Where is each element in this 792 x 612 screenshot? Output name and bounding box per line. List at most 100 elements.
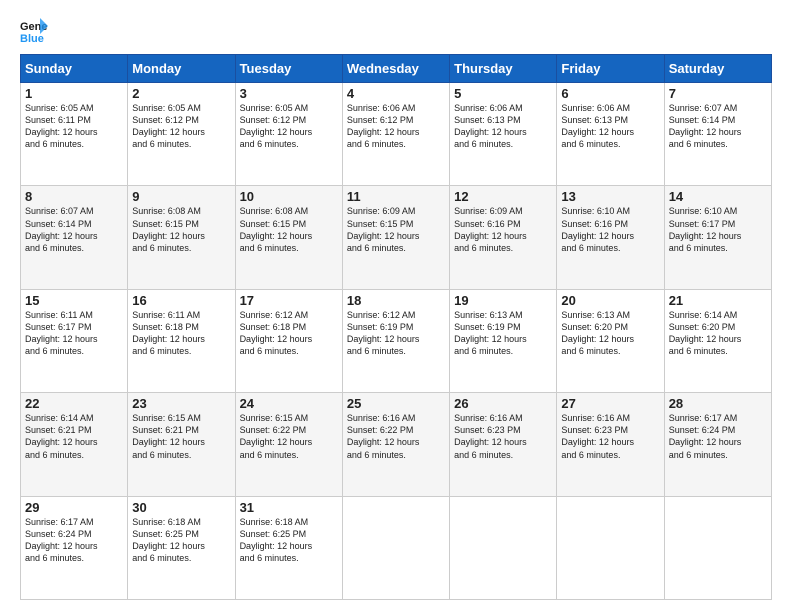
- page: General Blue SundayMondayTuesdayWednesda…: [0, 0, 792, 612]
- day-number: 21: [669, 293, 767, 308]
- calendar-cell: 28Sunrise: 6:17 AM Sunset: 6:24 PM Dayli…: [664, 393, 771, 496]
- day-number: 16: [132, 293, 230, 308]
- calendar-cell: 12Sunrise: 6:09 AM Sunset: 6:16 PM Dayli…: [450, 186, 557, 289]
- day-info: Sunrise: 6:12 AM Sunset: 6:18 PM Dayligh…: [240, 309, 338, 358]
- day-number: 3: [240, 86, 338, 101]
- day-number: 9: [132, 189, 230, 204]
- logo: General Blue: [20, 16, 52, 44]
- col-header-saturday: Saturday: [664, 55, 771, 83]
- calendar-cell: 7Sunrise: 6:07 AM Sunset: 6:14 PM Daylig…: [664, 83, 771, 186]
- day-number: 25: [347, 396, 445, 411]
- day-number: 6: [561, 86, 659, 101]
- day-number: 28: [669, 396, 767, 411]
- col-header-monday: Monday: [128, 55, 235, 83]
- day-info: Sunrise: 6:13 AM Sunset: 6:20 PM Dayligh…: [561, 309, 659, 358]
- calendar-cell: 25Sunrise: 6:16 AM Sunset: 6:22 PM Dayli…: [342, 393, 449, 496]
- calendar-cell: [342, 496, 449, 599]
- calendar-week-row: 29Sunrise: 6:17 AM Sunset: 6:24 PM Dayli…: [21, 496, 772, 599]
- day-number: 15: [25, 293, 123, 308]
- calendar-cell: 24Sunrise: 6:15 AM Sunset: 6:22 PM Dayli…: [235, 393, 342, 496]
- calendar-cell: 15Sunrise: 6:11 AM Sunset: 6:17 PM Dayli…: [21, 289, 128, 392]
- calendar-cell: 13Sunrise: 6:10 AM Sunset: 6:16 PM Dayli…: [557, 186, 664, 289]
- calendar-cell: 21Sunrise: 6:14 AM Sunset: 6:20 PM Dayli…: [664, 289, 771, 392]
- calendar-cell: [557, 496, 664, 599]
- day-info: Sunrise: 6:06 AM Sunset: 6:12 PM Dayligh…: [347, 102, 445, 151]
- day-number: 11: [347, 189, 445, 204]
- calendar-cell: 2Sunrise: 6:05 AM Sunset: 6:12 PM Daylig…: [128, 83, 235, 186]
- day-number: 18: [347, 293, 445, 308]
- calendar-cell: 6Sunrise: 6:06 AM Sunset: 6:13 PM Daylig…: [557, 83, 664, 186]
- day-info: Sunrise: 6:15 AM Sunset: 6:21 PM Dayligh…: [132, 412, 230, 461]
- calendar-cell: [664, 496, 771, 599]
- col-header-tuesday: Tuesday: [235, 55, 342, 83]
- day-number: 12: [454, 189, 552, 204]
- day-info: Sunrise: 6:17 AM Sunset: 6:24 PM Dayligh…: [669, 412, 767, 461]
- day-info: Sunrise: 6:14 AM Sunset: 6:20 PM Dayligh…: [669, 309, 767, 358]
- day-info: Sunrise: 6:05 AM Sunset: 6:11 PM Dayligh…: [25, 102, 123, 151]
- calendar-cell: 22Sunrise: 6:14 AM Sunset: 6:21 PM Dayli…: [21, 393, 128, 496]
- calendar-cell: 11Sunrise: 6:09 AM Sunset: 6:15 PM Dayli…: [342, 186, 449, 289]
- calendar-cell: [450, 496, 557, 599]
- day-info: Sunrise: 6:08 AM Sunset: 6:15 PM Dayligh…: [240, 205, 338, 254]
- calendar-cell: 1Sunrise: 6:05 AM Sunset: 6:11 PM Daylig…: [21, 83, 128, 186]
- day-info: Sunrise: 6:10 AM Sunset: 6:17 PM Dayligh…: [669, 205, 767, 254]
- day-info: Sunrise: 6:18 AM Sunset: 6:25 PM Dayligh…: [132, 516, 230, 565]
- day-number: 4: [347, 86, 445, 101]
- day-info: Sunrise: 6:08 AM Sunset: 6:15 PM Dayligh…: [132, 205, 230, 254]
- day-info: Sunrise: 6:09 AM Sunset: 6:15 PM Dayligh…: [347, 205, 445, 254]
- col-header-friday: Friday: [557, 55, 664, 83]
- day-info: Sunrise: 6:16 AM Sunset: 6:23 PM Dayligh…: [454, 412, 552, 461]
- calendar-table: SundayMondayTuesdayWednesdayThursdayFrid…: [20, 54, 772, 600]
- day-info: Sunrise: 6:05 AM Sunset: 6:12 PM Dayligh…: [240, 102, 338, 151]
- day-number: 17: [240, 293, 338, 308]
- day-info: Sunrise: 6:11 AM Sunset: 6:18 PM Dayligh…: [132, 309, 230, 358]
- day-number: 30: [132, 500, 230, 515]
- day-info: Sunrise: 6:13 AM Sunset: 6:19 PM Dayligh…: [454, 309, 552, 358]
- day-number: 1: [25, 86, 123, 101]
- calendar-week-row: 15Sunrise: 6:11 AM Sunset: 6:17 PM Dayli…: [21, 289, 772, 392]
- calendar-cell: 27Sunrise: 6:16 AM Sunset: 6:23 PM Dayli…: [557, 393, 664, 496]
- calendar-cell: 23Sunrise: 6:15 AM Sunset: 6:21 PM Dayli…: [128, 393, 235, 496]
- calendar-cell: 8Sunrise: 6:07 AM Sunset: 6:14 PM Daylig…: [21, 186, 128, 289]
- day-number: 26: [454, 396, 552, 411]
- calendar-cell: 18Sunrise: 6:12 AM Sunset: 6:19 PM Dayli…: [342, 289, 449, 392]
- calendar-cell: 29Sunrise: 6:17 AM Sunset: 6:24 PM Dayli…: [21, 496, 128, 599]
- day-number: 13: [561, 189, 659, 204]
- day-info: Sunrise: 6:18 AM Sunset: 6:25 PM Dayligh…: [240, 516, 338, 565]
- day-info: Sunrise: 6:09 AM Sunset: 6:16 PM Dayligh…: [454, 205, 552, 254]
- day-number: 20: [561, 293, 659, 308]
- calendar-week-row: 22Sunrise: 6:14 AM Sunset: 6:21 PM Dayli…: [21, 393, 772, 496]
- day-info: Sunrise: 6:07 AM Sunset: 6:14 PM Dayligh…: [25, 205, 123, 254]
- day-number: 29: [25, 500, 123, 515]
- calendar-cell: 16Sunrise: 6:11 AM Sunset: 6:18 PM Dayli…: [128, 289, 235, 392]
- calendar-week-row: 1Sunrise: 6:05 AM Sunset: 6:11 PM Daylig…: [21, 83, 772, 186]
- col-header-wednesday: Wednesday: [342, 55, 449, 83]
- calendar-week-row: 8Sunrise: 6:07 AM Sunset: 6:14 PM Daylig…: [21, 186, 772, 289]
- svg-text:Blue: Blue: [20, 33, 44, 44]
- col-header-thursday: Thursday: [450, 55, 557, 83]
- day-info: Sunrise: 6:11 AM Sunset: 6:17 PM Dayligh…: [25, 309, 123, 358]
- day-info: Sunrise: 6:10 AM Sunset: 6:16 PM Dayligh…: [561, 205, 659, 254]
- day-number: 8: [25, 189, 123, 204]
- day-info: Sunrise: 6:07 AM Sunset: 6:14 PM Dayligh…: [669, 102, 767, 151]
- calendar-cell: 20Sunrise: 6:13 AM Sunset: 6:20 PM Dayli…: [557, 289, 664, 392]
- col-header-sunday: Sunday: [21, 55, 128, 83]
- day-number: 19: [454, 293, 552, 308]
- day-number: 23: [132, 396, 230, 411]
- day-number: 7: [669, 86, 767, 101]
- day-number: 27: [561, 396, 659, 411]
- calendar-cell: 4Sunrise: 6:06 AM Sunset: 6:12 PM Daylig…: [342, 83, 449, 186]
- calendar-cell: 3Sunrise: 6:05 AM Sunset: 6:12 PM Daylig…: [235, 83, 342, 186]
- day-info: Sunrise: 6:16 AM Sunset: 6:22 PM Dayligh…: [347, 412, 445, 461]
- day-info: Sunrise: 6:12 AM Sunset: 6:19 PM Dayligh…: [347, 309, 445, 358]
- day-info: Sunrise: 6:16 AM Sunset: 6:23 PM Dayligh…: [561, 412, 659, 461]
- calendar-cell: 26Sunrise: 6:16 AM Sunset: 6:23 PM Dayli…: [450, 393, 557, 496]
- day-number: 2: [132, 86, 230, 101]
- calendar-cell: 10Sunrise: 6:08 AM Sunset: 6:15 PM Dayli…: [235, 186, 342, 289]
- day-number: 10: [240, 189, 338, 204]
- calendar-cell: 9Sunrise: 6:08 AM Sunset: 6:15 PM Daylig…: [128, 186, 235, 289]
- logo-icon: General Blue: [20, 16, 48, 44]
- calendar-cell: 19Sunrise: 6:13 AM Sunset: 6:19 PM Dayli…: [450, 289, 557, 392]
- day-info: Sunrise: 6:15 AM Sunset: 6:22 PM Dayligh…: [240, 412, 338, 461]
- day-number: 5: [454, 86, 552, 101]
